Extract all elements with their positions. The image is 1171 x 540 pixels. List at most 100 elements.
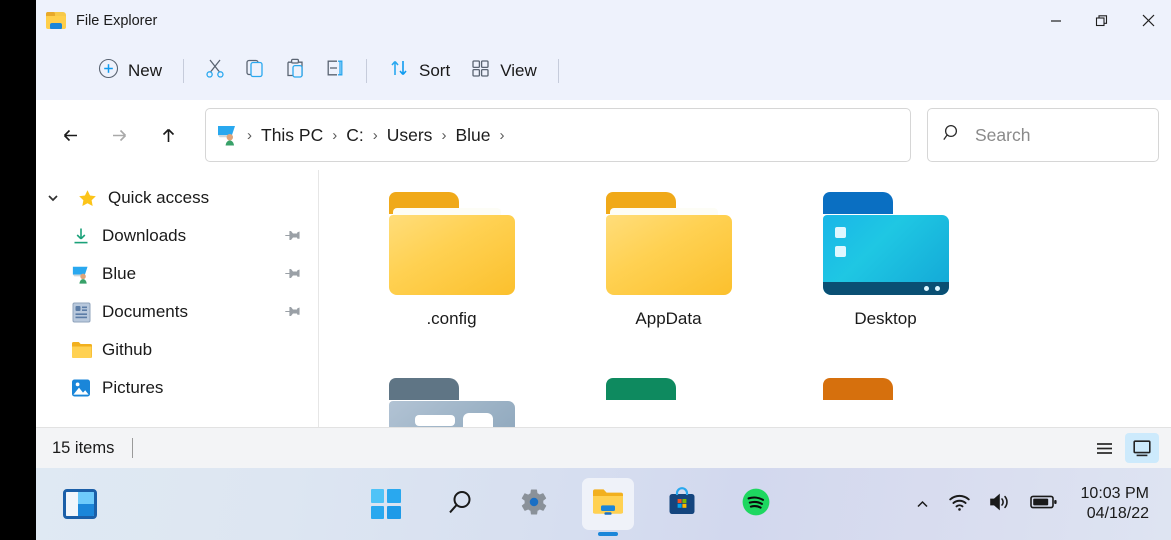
- folder-yellow-icon: [389, 192, 515, 295]
- search-taskbar-button[interactable]: [434, 478, 486, 530]
- battery-button[interactable]: [1021, 482, 1067, 526]
- view-button-label: View: [500, 61, 537, 81]
- breadcrumb-separator: ›: [498, 127, 505, 144]
- sidebar-item-label: Documents: [102, 302, 275, 322]
- clock-date: 04/18/22: [1087, 504, 1149, 524]
- breadcrumb-item-blue[interactable]: Blue: [449, 122, 496, 149]
- taskbar-apps: [236, 478, 906, 530]
- file-item-desktop[interactable]: Desktop: [777, 184, 994, 370]
- search-icon: [942, 123, 962, 148]
- user-account-icon: [216, 124, 240, 146]
- windows-logo-icon: [371, 489, 401, 519]
- new-button-label: New: [128, 61, 162, 81]
- clock[interactable]: 10:03 PM 04/18/22: [1067, 480, 1155, 528]
- start-button[interactable]: [360, 478, 412, 530]
- toolbar-separator-2: [366, 59, 367, 83]
- file-item-documents[interactable]: Documents: [343, 370, 560, 427]
- breadcrumb-item-this-pc[interactable]: This PC: [255, 122, 329, 149]
- back-button[interactable]: [50, 115, 90, 155]
- breadcrumb-item-c-drive[interactable]: C:: [340, 122, 370, 149]
- up-button[interactable]: [148, 115, 188, 155]
- paste-button[interactable]: [275, 53, 315, 89]
- view-button[interactable]: View: [460, 53, 547, 89]
- cut-icon: [204, 57, 226, 84]
- details-view-button[interactable]: [1087, 433, 1121, 463]
- star-icon: [76, 188, 98, 209]
- user-account-icon: [70, 265, 92, 284]
- spotify-taskbar-button[interactable]: [730, 478, 782, 530]
- screen: File Explorer: [0, 0, 1171, 540]
- copy-button[interactable]: [235, 53, 275, 89]
- folder-yellow-icon: [606, 192, 732, 295]
- tray-overflow-button[interactable]: [906, 482, 939, 526]
- taskbar: 10:03 PM 04/18/22: [36, 468, 1171, 540]
- file-grid: .config AppData: [343, 184, 1171, 427]
- file-explorer-taskbar-button[interactable]: [582, 478, 634, 530]
- breadcrumb[interactable]: › This PC › C: › Users › Blue ›: [205, 108, 911, 162]
- sidebar-item-quick-access[interactable]: Quick access: [40, 179, 314, 217]
- widgets-icon: [63, 489, 97, 519]
- sidebar-item-downloads[interactable]: Downloads: [40, 217, 314, 255]
- restore-button[interactable]: [1079, 0, 1125, 41]
- folder-icon: [70, 341, 92, 359]
- folder-icon: [591, 487, 625, 522]
- sidebar-item-github[interactable]: Github: [40, 331, 314, 369]
- sidebar-item-label: Github: [102, 340, 300, 360]
- sort-button[interactable]: Sort: [378, 53, 460, 89]
- minimize-button[interactable]: [1033, 0, 1079, 41]
- new-button[interactable]: New: [88, 53, 172, 89]
- close-button[interactable]: [1125, 0, 1171, 41]
- volume-button[interactable]: [980, 482, 1021, 526]
- sidebar-item-documents[interactable]: Documents: [40, 293, 314, 331]
- wifi-button[interactable]: [939, 482, 980, 526]
- download-icon: [70, 226, 92, 246]
- sidebar-item-label: Pictures: [102, 378, 300, 398]
- file-list-view[interactable]: .config AppData: [319, 170, 1171, 427]
- folder-green-icon: [606, 378, 732, 402]
- sort-button-label: Sort: [419, 61, 450, 81]
- sidebar-item-pictures[interactable]: Pictures: [40, 369, 314, 407]
- sort-icon: [388, 57, 410, 84]
- title-bar-left: File Explorer: [36, 12, 157, 29]
- pin-icon[interactable]: [280, 262, 304, 286]
- large-icons-view-button[interactable]: [1125, 433, 1159, 463]
- pin-icon[interactable]: [280, 224, 304, 248]
- spotify-icon: [741, 487, 771, 522]
- search-box[interactable]: Search: [927, 108, 1159, 162]
- window-body: Quick access Downloads: [36, 170, 1171, 427]
- window-controls: [1033, 0, 1171, 41]
- volume-icon: [989, 492, 1012, 517]
- folder-documents-icon: [389, 378, 515, 427]
- settings-taskbar-button[interactable]: [508, 478, 560, 530]
- rename-button[interactable]: [315, 53, 355, 89]
- folder-icon: [46, 12, 66, 29]
- command-toolbar: New: [36, 41, 1171, 100]
- file-item-partial-orange[interactable]: [777, 370, 994, 410]
- file-item-appdata[interactable]: AppData: [560, 184, 777, 370]
- cut-button[interactable]: [195, 53, 235, 89]
- toolbar-separator-3: [558, 59, 559, 83]
- chevron-down-icon[interactable]: [40, 191, 66, 205]
- navigation-pane: Quick access Downloads: [36, 170, 319, 427]
- rename-icon: [324, 57, 346, 84]
- view-icon: [470, 58, 491, 84]
- taskbar-left: [36, 478, 236, 530]
- file-item-label: Desktop: [854, 309, 916, 329]
- documents-icon: [70, 302, 92, 323]
- folder-desktop-icon: [823, 192, 949, 295]
- widgets-button[interactable]: [54, 478, 106, 530]
- forward-button[interactable]: [99, 115, 139, 155]
- file-item-config[interactable]: .config: [343, 184, 560, 370]
- breadcrumb-separator: ›: [372, 127, 379, 144]
- microsoft-store-taskbar-button[interactable]: [656, 478, 708, 530]
- title-bar[interactable]: File Explorer: [36, 0, 1171, 41]
- search-input[interactable]: Search: [975, 125, 1030, 146]
- wifi-icon: [948, 492, 971, 517]
- breadcrumb-item-users[interactable]: Users: [381, 122, 439, 149]
- file-item-partial-green[interactable]: [560, 370, 777, 410]
- sidebar-item-label: Quick access: [108, 188, 300, 208]
- sidebar-item-label: Blue: [102, 264, 275, 284]
- sidebar-item-blue[interactable]: Blue: [40, 255, 314, 293]
- navigation-bar: › This PC › C: › Users › Blue › Search: [36, 100, 1171, 170]
- pin-icon[interactable]: [280, 300, 304, 324]
